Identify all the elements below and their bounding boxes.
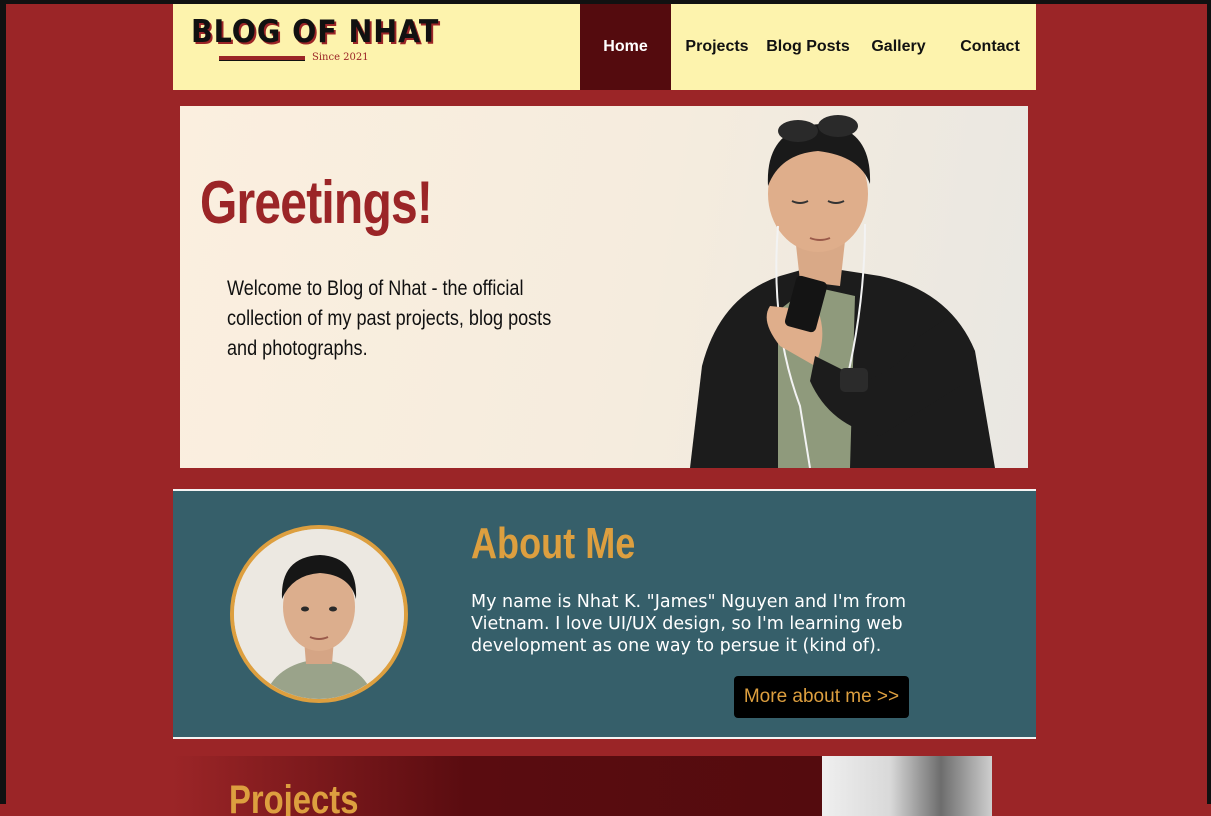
about-title: About Me xyxy=(471,519,636,568)
nav-projects[interactable]: Projects xyxy=(671,4,763,90)
logo-since: Since 2021 xyxy=(312,52,369,63)
nav-home[interactable]: Home xyxy=(580,4,671,90)
nav-gallery[interactable]: Gallery xyxy=(853,4,944,90)
site-logo[interactable]: BLOG OF NHAT Since 2021 xyxy=(191,14,438,74)
nav-contact[interactable]: Contact xyxy=(944,4,1036,90)
profile-avatar xyxy=(230,525,408,703)
window-frame-left xyxy=(0,0,6,804)
about-section: About Me My name is Nhat K. "James" Nguy… xyxy=(173,489,1036,739)
profile-photo xyxy=(234,529,404,699)
logo-title: BLOG OF NHAT xyxy=(191,14,440,50)
about-text: My name is Nhat K. "James" Nguyen and I'… xyxy=(471,592,907,656)
main-nav: Home Projects Blog Posts Gallery Contact xyxy=(580,4,1036,90)
hero-photo xyxy=(690,115,995,468)
hero-title: Greetings! xyxy=(200,169,433,236)
projects-section: Projects xyxy=(173,756,823,816)
projects-image xyxy=(822,756,992,816)
logo-underline xyxy=(219,56,305,61)
more-about-me-button[interactable]: More about me >> xyxy=(734,676,909,718)
hero-section: Greetings! Welcome to Blog of Nhat - the… xyxy=(180,106,1028,468)
nav-blog-posts[interactable]: Blog Posts xyxy=(763,4,853,90)
hero-text: Welcome to Blog of Nhat - the official c… xyxy=(227,277,552,360)
site-header: BLOG OF NHAT Since 2021 Home Projects Bl… xyxy=(173,4,1036,90)
projects-title: Projects xyxy=(229,778,359,816)
window-frame-right xyxy=(1207,0,1211,804)
